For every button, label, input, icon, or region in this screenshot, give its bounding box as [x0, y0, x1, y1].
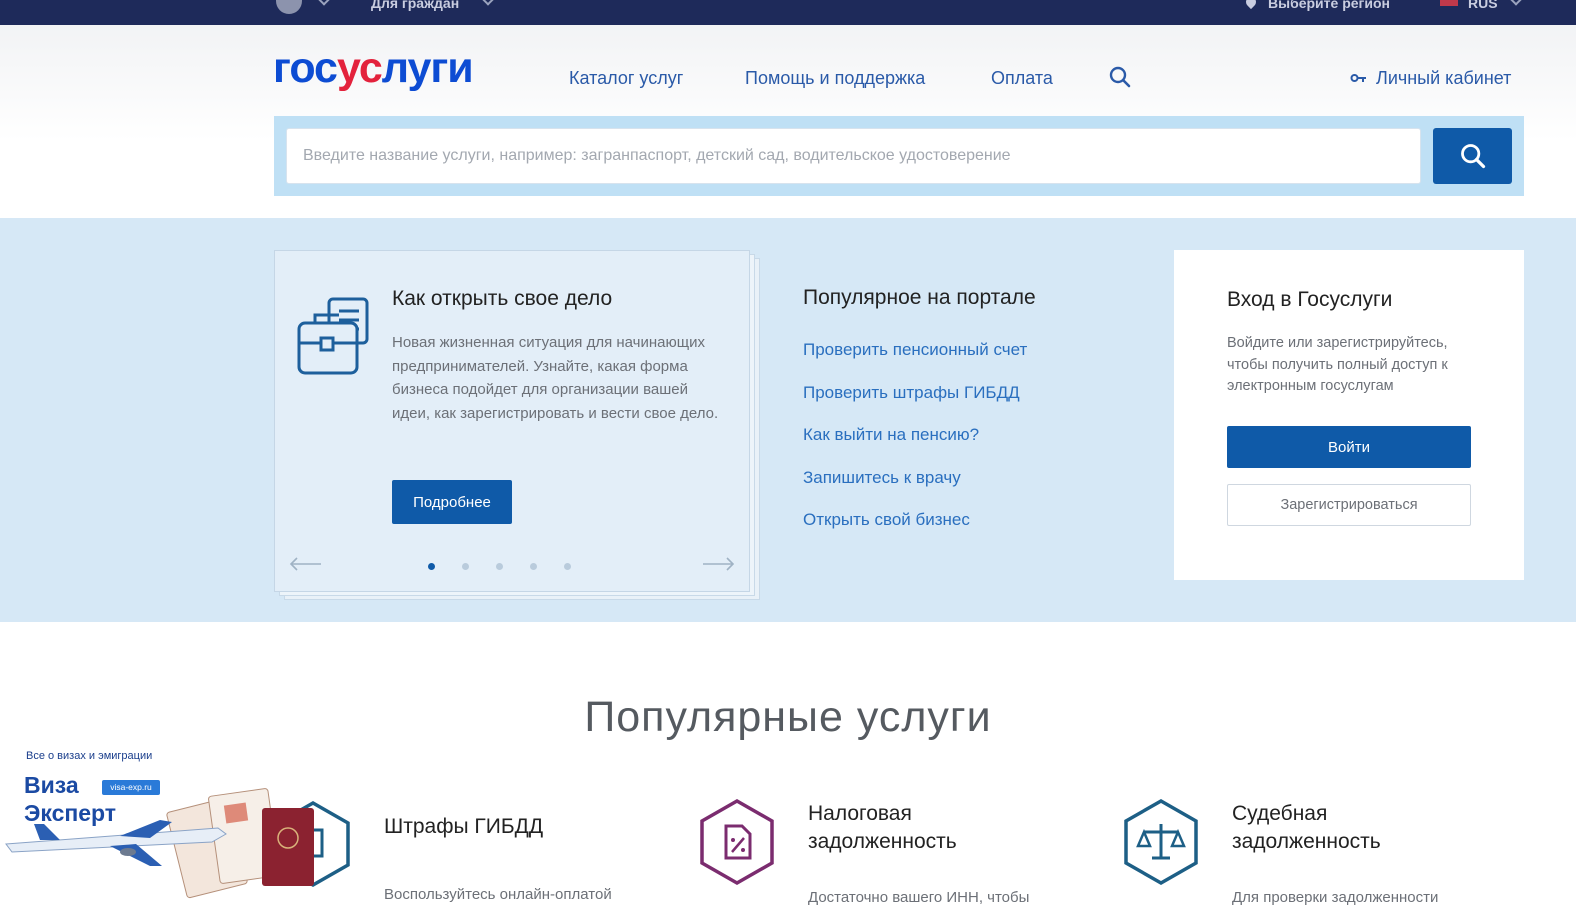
personal-cabinet-link[interactable]: Личный кабинет	[1350, 68, 1511, 89]
popular-link[interactable]: Проверить штрафы ГИБДД	[803, 383, 1036, 426]
logo-part: луги	[381, 44, 474, 92]
search-submit-button[interactable]	[1433, 128, 1512, 184]
logo-part: гос	[273, 44, 338, 92]
more-button[interactable]: Подробнее	[392, 480, 512, 524]
search-icon[interactable]	[1108, 65, 1132, 89]
hero-section: Как открыть свое дело Новая жизненная си…	[0, 218, 1576, 622]
service-description: Для проверки задолженности	[1232, 889, 1439, 906]
slider-dot[interactable]	[462, 563, 469, 570]
popular-title: Популярное на портале	[803, 286, 1036, 309]
slider-dot[interactable]	[564, 563, 571, 570]
location-pin-icon	[1243, 0, 1259, 10]
search-icon	[1460, 144, 1485, 169]
slider-dot[interactable]	[496, 563, 503, 570]
login-button[interactable]: Войти	[1227, 426, 1471, 468]
popular-link[interactable]: Проверить пенсионный счет	[803, 340, 1036, 383]
watermark-name: Виза	[24, 772, 79, 798]
card-text: Новая жизненная ситуация для начинающих …	[392, 334, 719, 422]
service-search-input[interactable]	[286, 128, 1421, 184]
login-panel: Вход в Госуслуги Войдите или зарегистрир…	[1174, 250, 1524, 580]
logo-part: ус	[336, 44, 383, 92]
watermark-site-badge: visa-exp.ru	[102, 780, 160, 795]
site-header: госуслуги Каталог услуг Помощь и поддерж…	[0, 25, 1576, 218]
login-text: Войдите или зарегистрируйтесь, чтобы пол…	[1227, 335, 1448, 394]
personal-cabinet-label: Личный кабинет	[1376, 68, 1512, 88]
business-documents-icon	[297, 297, 369, 375]
scales-icon[interactable]	[1120, 798, 1202, 886]
service-title[interactable]: Судебная задолженность	[1232, 800, 1381, 856]
region-selector[interactable]: Выберите регион	[1268, 0, 1390, 11]
popular-link[interactable]: Открыть свой бизнес	[803, 510, 1036, 553]
chevron-down-icon[interactable]	[1510, 0, 1522, 6]
slider-dot[interactable]	[530, 563, 537, 570]
service-title[interactable]: Штрафы ГИБДД	[384, 813, 543, 841]
slider-dot[interactable]	[428, 563, 435, 570]
service-description: Воспользуйтесь онлайн-оплатой	[384, 886, 612, 903]
service-description: Достаточно вашего ИНН, чтобы	[808, 889, 1030, 906]
flag-icon	[1440, 0, 1458, 6]
popular-link[interactable]: Как выйти на пенсию?	[803, 425, 1036, 468]
register-button[interactable]: Зарегистрироваться	[1227, 484, 1471, 526]
nav-help[interactable]: Помощь и поддержка	[745, 68, 925, 89]
popular-link[interactable]: Запишитесь к врачу	[803, 468, 1036, 511]
chevron-down-icon[interactable]	[482, 0, 494, 6]
service-title[interactable]: Налоговая задолженность	[808, 800, 957, 856]
watermark-name: Эксперт	[24, 800, 117, 826]
arrow-left-icon[interactable]	[289, 557, 323, 571]
popular-on-portal: Популярное на портале Проверить пенсионн…	[803, 286, 1036, 553]
gosuslugi-logo[interactable]: госуслуги	[273, 44, 474, 92]
card-title: Как открыть свое дело	[392, 287, 613, 310]
watermark-tagline: Все о визах и эмиграции	[26, 750, 153, 762]
services-heading: Популярные услуги	[584, 693, 992, 741]
top-bar: Для граждан Выберите регион RUS	[0, 0, 1576, 25]
service-search-bar	[274, 116, 1524, 196]
life-situation-card: Как открыть свое дело Новая жизненная си…	[274, 250, 750, 592]
citizens-selector[interactable]: Для граждан	[371, 0, 459, 11]
login-title: Вход в Госуслуги	[1227, 288, 1393, 311]
nav-catalog[interactable]: Каталог услуг	[569, 68, 683, 89]
key-icon	[1350, 73, 1366, 82]
arrow-right-icon[interactable]	[701, 557, 735, 571]
chevron-down-icon[interactable]	[318, 0, 330, 6]
language-selector[interactable]: RUS	[1468, 0, 1498, 11]
emblem-icon	[276, 0, 302, 14]
nav-payment[interactable]: Оплата	[991, 68, 1053, 89]
tax-document-icon[interactable]	[696, 798, 778, 886]
